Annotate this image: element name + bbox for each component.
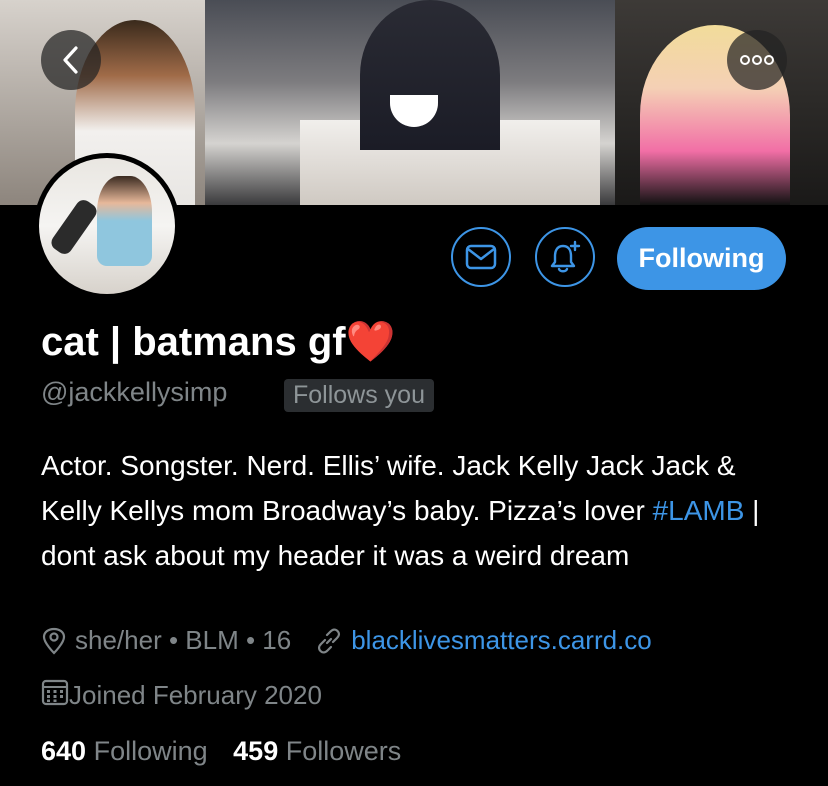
follows-you-badge: Follows you [284, 379, 434, 412]
location-pin-icon [41, 627, 67, 655]
profile-joined-date: Joined February 2020 [69, 680, 322, 710]
header-person-center [360, 0, 500, 150]
avatar-person [97, 176, 152, 266]
following-count: 640 [41, 736, 87, 766]
chevron-left-icon [63, 46, 78, 74]
followers-label: Followers [285, 736, 402, 766]
followers-stat[interactable]: 459 Followers [233, 736, 401, 766]
profile-meta-row: she/her • BLM • 16 blacklivesmatters.car… [41, 625, 652, 656]
avatar[interactable] [34, 153, 180, 299]
bio-hashtag-link[interactable]: #LAMB [653, 495, 745, 526]
following-button[interactable]: Following [617, 227, 786, 290]
bell-plus-icon [550, 240, 581, 273]
avatar-leg [48, 196, 100, 258]
notifications-button[interactable] [535, 227, 595, 287]
profile-stats: 640 Following 459 Followers [41, 736, 401, 767]
more-horizontal-icon [740, 55, 774, 65]
envelope-icon [465, 244, 497, 270]
following-label: Following [93, 736, 208, 766]
link-icon [315, 627, 343, 655]
avatar-image [39, 158, 175, 294]
profile-website-link[interactable]: blacklivesmatters.carrd.co [351, 625, 652, 656]
profile-bio: Actor. Songster. Nerd. Ellis’ wife. Jack… [41, 443, 801, 578]
followers-count: 459 [233, 736, 279, 766]
bio-text: Actor. Songster. Nerd. Ellis’ wife. Jack… [41, 450, 736, 526]
profile-location: she/her • BLM • 16 [75, 625, 292, 655]
profile-name-text: cat | batmans gf [41, 320, 346, 364]
heart-emoji: ❤️ [345, 320, 396, 364]
following-stat[interactable]: 640 Following [41, 736, 208, 766]
more-options-button[interactable] [727, 30, 787, 90]
back-button[interactable] [41, 30, 101, 90]
profile-name: cat | batmans gf❤️ [41, 318, 395, 365]
profile-joined-row: Joined February 2020 [41, 678, 322, 713]
message-button[interactable] [451, 227, 511, 287]
calendar-icon [41, 678, 69, 713]
profile-handle: @jackkellysimp [41, 377, 228, 407]
